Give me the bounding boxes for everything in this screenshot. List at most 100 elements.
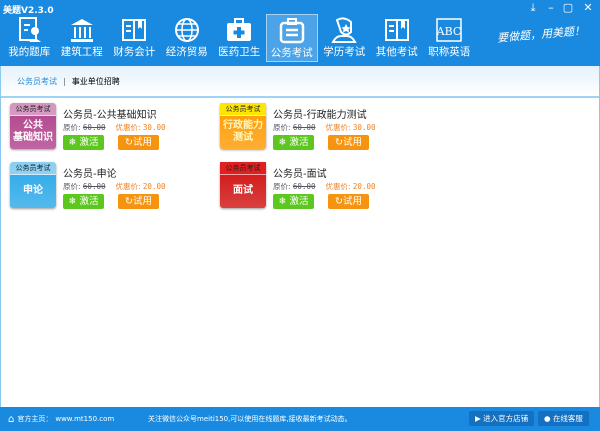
notice: 关注微信公众号meiti150,可以使用在线题库,接收最新考试动态。 [148, 415, 352, 423]
person-star-icon [331, 17, 357, 43]
trial-label: 试用 [132, 137, 152, 148]
price-row: 原价: 60.00 优惠价: 20.00 [273, 181, 376, 192]
refresh-icon: ↻ [335, 137, 343, 148]
course-badge[interactable]: 公务员考试 行政能力 测试 [220, 103, 266, 149]
nav-item-4[interactable]: 医药卫生 [213, 14, 266, 62]
home-icon: ⌂ [8, 413, 15, 425]
snowflake-icon: ❄ [68, 137, 77, 148]
course-badge[interactable]: 公务员考试 面试 [220, 162, 266, 208]
orig-price: 60.00 [82, 123, 106, 132]
badge-name: 申论 [23, 185, 43, 196]
disc-price: 30.00 [352, 123, 376, 132]
orig-label: 原价: [273, 182, 291, 191]
user-doc-icon [19, 17, 42, 42]
book-icon [122, 19, 147, 41]
nav-item-1[interactable]: 建筑工程 [56, 14, 109, 62]
briefcase-icon [279, 18, 304, 44]
activate-button[interactable]: ❄ 激活 [63, 135, 104, 150]
disc-label: 优惠价: [115, 182, 141, 191]
nav-item-3[interactable]: 经济贸易 [161, 14, 214, 62]
orig-price: 60.00 [292, 182, 316, 191]
activate-label: 激活 [289, 196, 309, 207]
orig-label: 原价: [273, 123, 291, 132]
nav-label: 学历考试 [323, 46, 366, 58]
divider: | [63, 76, 66, 86]
trial-button[interactable]: ↻试用 [328, 135, 369, 150]
refresh-icon: ↻ [335, 196, 343, 207]
slogan: 要做题，用美题！ [496, 24, 586, 45]
trial-label: 试用 [342, 196, 362, 207]
minimize-button[interactable]: – [544, 1, 558, 14]
activate-button[interactable]: ❄ 激活 [273, 194, 314, 209]
badge-category: 公务员考试 [10, 103, 56, 116]
footer: ⌂ 官方主页： www.mt150.com 关注微信公众号meiti150,可以… [0, 407, 600, 431]
service-button[interactable]: ● 在线客服 [538, 411, 589, 426]
nav-label: 我的题库 [8, 46, 51, 58]
play-icon: ▶ [475, 414, 481, 423]
trial-button[interactable]: ↻试用 [118, 194, 159, 209]
trial-label: 试用 [342, 137, 362, 148]
disc-label: 优惠价: [115, 123, 141, 132]
trial-label: 试用 [132, 196, 152, 207]
activate-button[interactable]: ❄ 激活 [273, 135, 314, 150]
orig-price: 60.00 [82, 182, 106, 191]
orig-label: 原价: [63, 123, 81, 132]
chat-icon: ● [544, 414, 551, 423]
price-row: 原价: 60.00 优惠价: 30.00 [63, 122, 166, 133]
globe-icon [174, 18, 199, 42]
nav-label: 公务考试 [270, 47, 313, 59]
nav-item-5[interactable]: 公务考试 [265, 14, 318, 62]
snowflake-icon: ❄ [278, 196, 287, 207]
shop-button[interactable]: ▶ 进入官方店铺 [469, 411, 535, 426]
orig-price: 60.00 [292, 123, 316, 132]
maximize-button[interactable]: ▢ [561, 1, 575, 14]
nav-label: 职称英语 [428, 46, 471, 58]
subnav-public-institution[interactable]: 事业单位招聘 [72, 76, 120, 87]
nav-label: 建筑工程 [60, 46, 103, 58]
nav-label: 医药卫生 [218, 46, 261, 58]
medical-kit-icon [227, 18, 252, 41]
close-button[interactable]: ✕ [581, 1, 595, 14]
course-card: 公务员考试 公共 基础知识 公务员-公共基础知识 原价: 60.00 优惠价: 3… [10, 103, 210, 153]
download-icon[interactable]: ⤓ [526, 1, 540, 15]
disc-price: 20.00 [142, 182, 166, 191]
snowflake-icon: ❄ [68, 196, 77, 207]
trial-button[interactable]: ↻试用 [328, 194, 369, 209]
sub-nav: 公务员考试 | 事业单位招聘 [1, 66, 599, 98]
nav-label: 财务会计 [113, 46, 156, 58]
shop-label: 进入官方店铺 [483, 414, 529, 423]
nav-item-7[interactable]: 其他考试 [371, 14, 424, 62]
badge-name: 公共 基础知识 [13, 120, 53, 143]
refresh-icon: ↻ [125, 137, 133, 148]
badge-category: 公务员考试 [10, 162, 56, 175]
home-label: 官方主页： [17, 415, 53, 423]
home-url[interactable]: www.mt150.com [55, 415, 114, 423]
disc-price: 20.00 [352, 182, 376, 191]
nav-item-2[interactable]: 财务会计 [108, 14, 161, 62]
content-area: 公务员考试 | 事业单位招聘 公务员考试 公共 基础知识 公务员-公共基础知识 … [0, 66, 600, 407]
badge-category: 公务员考试 [220, 103, 266, 116]
price-row: 原价: 60.00 优惠价: 30.00 [273, 122, 376, 133]
snowflake-icon: ❄ [278, 137, 287, 148]
nav-item-0[interactable]: 我的题库 [3, 14, 56, 62]
price-row: 原价: 60.00 优惠价: 20.00 [63, 181, 166, 192]
course-badge[interactable]: 公务员考试 申论 [10, 162, 56, 208]
course-title: 公务员-申论 [63, 169, 117, 180]
trial-button[interactable]: ↻试用 [118, 135, 159, 150]
subnav-civil-servant[interactable]: 公务员考试 [17, 76, 57, 87]
book-icon [384, 19, 409, 41]
activate-label: 激活 [79, 196, 99, 207]
course-badge[interactable]: 公务员考试 公共 基础知识 [10, 103, 56, 149]
course-card: 公务员考试 面试 公务员-面试 原价: 60.00 优惠价: 20.00 ❄ 激活… [220, 162, 420, 212]
orig-label: 原价: [63, 182, 81, 191]
refresh-icon: ↻ [125, 196, 133, 207]
svg-text:ABC: ABC [436, 25, 462, 38]
course-title: 公务员-面试 [273, 169, 327, 180]
course-card: 公务员考试 行政能力 测试 公务员-行政能力测试 原价: 60.00 优惠价: 3… [220, 103, 420, 153]
badge-name: 面试 [233, 185, 253, 196]
activate-button[interactable]: ❄ 激活 [63, 194, 104, 209]
badge-category: 公务员考试 [220, 162, 266, 175]
badge-name: 行政能力 测试 [223, 120, 263, 143]
nav-item-6[interactable]: 学历考试 [318, 14, 371, 62]
nav-item-8[interactable]: ABC 职称英语 [423, 14, 476, 62]
